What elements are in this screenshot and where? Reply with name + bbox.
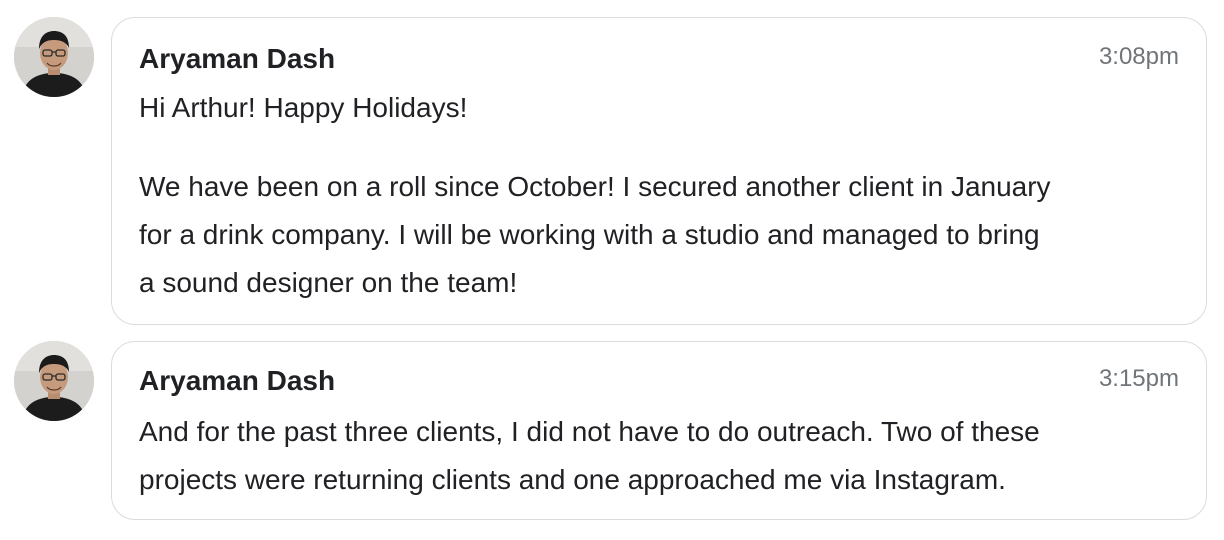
message-line: projects were returning clients and one … <box>139 464 1006 495</box>
message-thread: Aryaman Dash 3:08pm Hi Arthur! Happy Hol… <box>0 0 1224 540</box>
message-line: We have been on a roll since October! I … <box>139 171 1051 202</box>
message-paragraph: We have been on a roll since October! I … <box>139 163 1189 307</box>
message-item: Aryaman Dash 3:08pm Hi Arthur! Happy Hol… <box>0 0 1224 330</box>
message-timestamp: 3:08pm <box>1098 43 1179 70</box>
message-paragraph: Hi Arthur! Happy Holidays! <box>139 84 1189 132</box>
sender-avatar[interactable] <box>14 17 94 97</box>
message-bubble: Aryaman Dash 3:08pm Hi Arthur! Happy Hol… <box>111 17 1207 325</box>
message-item: Aryaman Dash 3:15pm And for the past thr… <box>0 330 1224 540</box>
message-line: Hi Arthur! Happy Holidays! <box>139 92 468 123</box>
message-timestamp: 3:15pm <box>1098 365 1179 392</box>
avatar-photo <box>14 341 94 421</box>
avatar-photo <box>14 17 94 97</box>
sender-avatar[interactable] <box>14 341 94 421</box>
sender-name: Aryaman Dash <box>139 43 336 74</box>
message-line: a sound designer on the team! <box>139 267 518 298</box>
message-line: And for the past three clients, I did no… <box>139 416 1040 447</box>
message-bubble: Aryaman Dash 3:15pm And for the past thr… <box>111 341 1207 520</box>
sender-name: Aryaman Dash <box>139 365 336 396</box>
message-line: for a drink company. I will be working w… <box>139 219 1040 250</box>
message-paragraph: And for the past three clients, I did no… <box>139 408 1189 504</box>
